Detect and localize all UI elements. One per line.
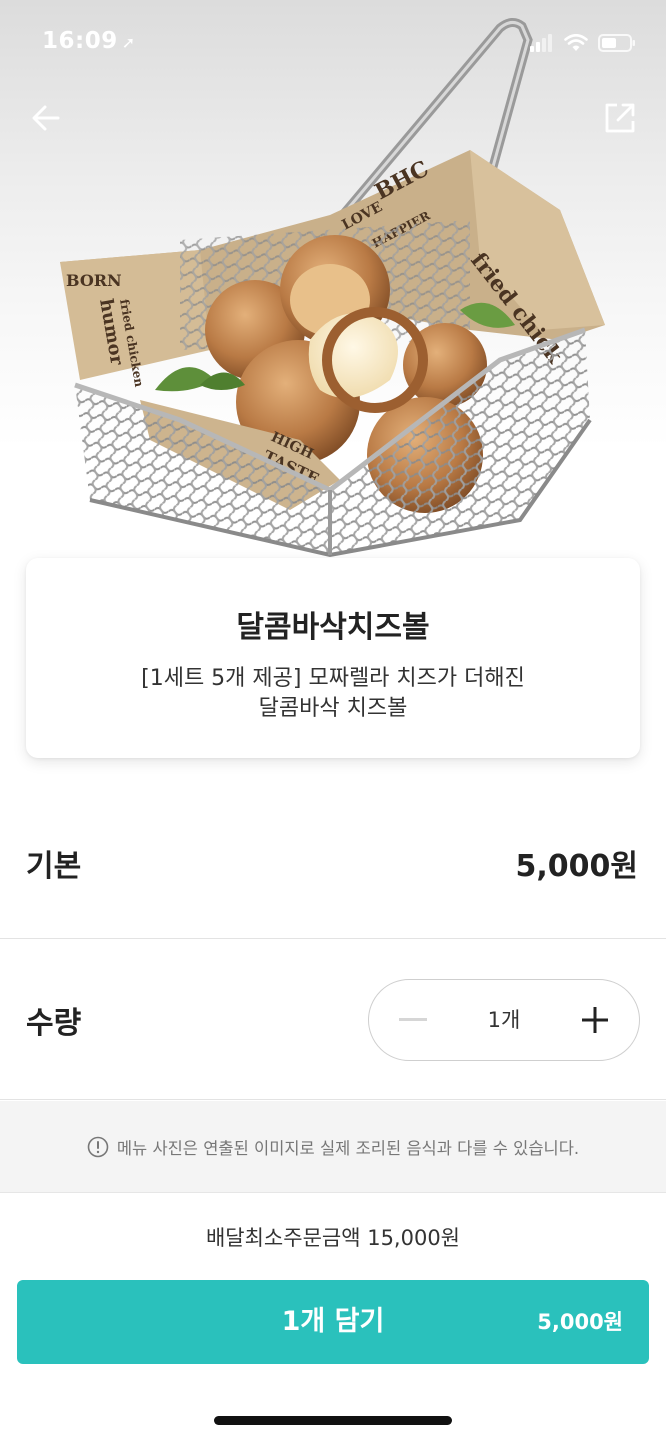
clock-text: 16:09 <box>42 28 118 54</box>
menu-name: 달콤바삭치즈볼 <box>236 610 430 645</box>
status-time: 16:09 ➚ <box>42 28 136 54</box>
quantity-label: 수량 <box>26 1006 82 1041</box>
price-label: 기본 <box>26 849 82 884</box>
signal-icon <box>530 34 552 52</box>
quantity-row: 수량 1개 <box>0 940 666 1100</box>
arrow-left-icon <box>32 105 60 131</box>
home-indicator[interactable] <box>214 1416 452 1425</box>
share-button[interactable] <box>596 94 644 142</box>
quantity-value: 1개 <box>487 1008 521 1032</box>
back-button[interactable] <box>22 94 70 142</box>
menu-description: [1세트 5개 제공] 모짜렐라 치즈가 더해진 달콤바삭 치즈볼 <box>26 664 640 724</box>
menu-description-line2: 달콤바삭 치즈볼 <box>258 696 408 721</box>
decrease-quantity-button[interactable] <box>373 980 453 1060</box>
exclamation-circle-icon <box>87 1136 109 1157</box>
battery-icon <box>598 34 635 52</box>
price-value: 5,000원 <box>515 849 639 884</box>
notice-text: 메뉴 사진은 연출된 이미지로 실제 조리된 음식과 다를 수 있습니다. <box>116 1138 580 1158</box>
location-arrow-icon: ➚ <box>121 33 136 52</box>
status-bar: 16:09 ➚ <box>0 0 666 88</box>
add-to-cart-price: 5,000원 <box>537 1310 623 1334</box>
quantity-stepper: 1개 <box>368 979 640 1061</box>
increase-quantity-button[interactable] <box>555 980 635 1060</box>
minus-icon <box>399 1018 427 1021</box>
svg-text:BORN: BORN <box>66 271 122 290</box>
price-row: 기본 5,000원 <box>0 805 666 939</box>
status-icons <box>530 32 636 54</box>
menu-description-line1: [1세트 5개 제공] 모짜렐라 치즈가 더해진 <box>141 666 525 691</box>
share-icon <box>605 103 635 133</box>
menu-info-card: 달콤바삭치즈볼 [1세트 5개 제공] 모짜렐라 치즈가 더해진 달콤바삭 치즈… <box>26 558 640 758</box>
add-to-cart-button[interactable]: 1개 담기 5,000원 <box>17 1280 649 1364</box>
minimum-order-amount: 배달최소주문금액 15,000원 <box>205 1226 461 1250</box>
plus-icon <box>582 1007 608 1033</box>
wifi-icon <box>564 34 588 51</box>
photo-notice: 메뉴 사진은 연출된 이미지로 실제 조리된 음식과 다를 수 있습니다. <box>0 1101 666 1193</box>
